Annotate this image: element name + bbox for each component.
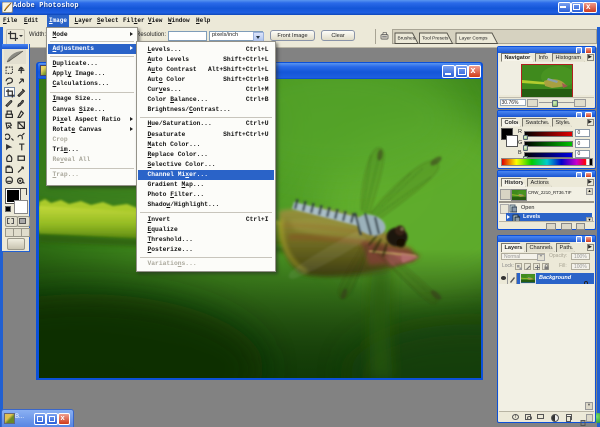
svg-text:Brushes: Brushes bbox=[398, 35, 416, 41]
svg-text:Layer Comps: Layer Comps bbox=[459, 35, 488, 41]
svg-text:Tool Presets: Tool Presets bbox=[422, 35, 449, 41]
